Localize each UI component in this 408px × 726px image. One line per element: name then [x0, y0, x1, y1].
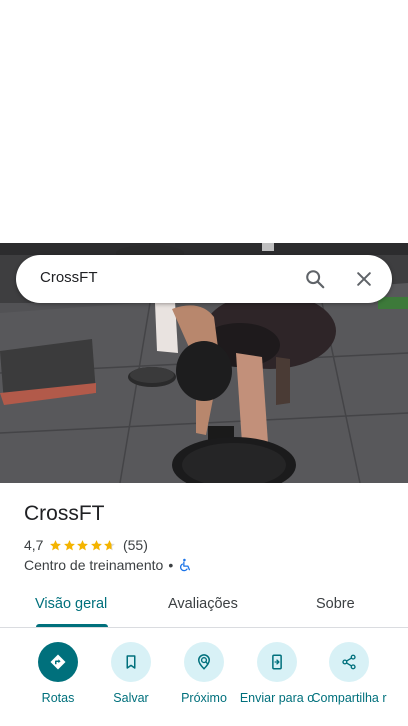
- share-button[interactable]: Compartilha r: [309, 642, 389, 705]
- active-tab-indicator: [36, 624, 108, 627]
- star-icon: [50, 539, 62, 550]
- share-button-circle[interactable]: [329, 642, 369, 682]
- save-label: Salvar: [113, 691, 149, 705]
- map-area-blank: [0, 0, 408, 243]
- rating-row[interactable]: 4,7 (55): [24, 536, 148, 554]
- tab-about[interactable]: Sobre: [316, 596, 355, 612]
- directions-label: Rotas: [41, 691, 75, 705]
- tab-overview[interactable]: Visão geral: [35, 596, 107, 612]
- share-label: Compartilha r: [311, 691, 387, 705]
- send-to-phone-button[interactable]: Enviar para o: [237, 642, 317, 705]
- star-icon: [91, 539, 102, 550]
- star-icon: [64, 539, 75, 550]
- nearby-button-circle[interactable]: [184, 642, 224, 682]
- nearby-icon: [197, 654, 211, 670]
- search-input[interactable]: CrossFT: [40, 269, 98, 286]
- search-bar[interactable]: CrossFT: [16, 255, 392, 303]
- place-category: Centro de treinamento: [24, 557, 164, 573]
- save-button-circle[interactable]: [111, 642, 151, 682]
- tab-reviews[interactable]: Avaliações: [168, 596, 238, 612]
- rating-stars: [49, 539, 117, 552]
- rating-value: 4,7: [24, 537, 44, 553]
- bookmark-icon: [126, 655, 136, 669]
- directions-button-circle[interactable]: [38, 642, 78, 682]
- send-to-phone-icon: [272, 654, 282, 670]
- separator-dot: •: [168, 557, 174, 573]
- save-button[interactable]: Salvar: [91, 642, 171, 705]
- directions-button[interactable]: Rotas: [18, 642, 98, 705]
- nearby-label: Próximo: [181, 691, 227, 705]
- send-to-phone-button-circle[interactable]: [257, 642, 297, 682]
- close-icon[interactable]: [354, 269, 374, 289]
- category-row: Centro de treinamento •: [24, 556, 192, 574]
- star-icon: [77, 539, 89, 550]
- search-icon[interactable]: [304, 268, 326, 290]
- nearby-button[interactable]: Próximo: [164, 642, 244, 705]
- star-icon: [104, 539, 116, 550]
- review-count: (55): [122, 537, 148, 553]
- tab-bar: Visão geral Avaliações Sobre: [0, 584, 408, 628]
- wheelchair-accessible-icon: [180, 558, 191, 572]
- share-icon: [342, 654, 356, 670]
- send-to-phone-label: Enviar para o: [239, 691, 315, 705]
- place-title: CrossFT: [24, 502, 105, 525]
- directions-icon: [50, 654, 66, 670]
